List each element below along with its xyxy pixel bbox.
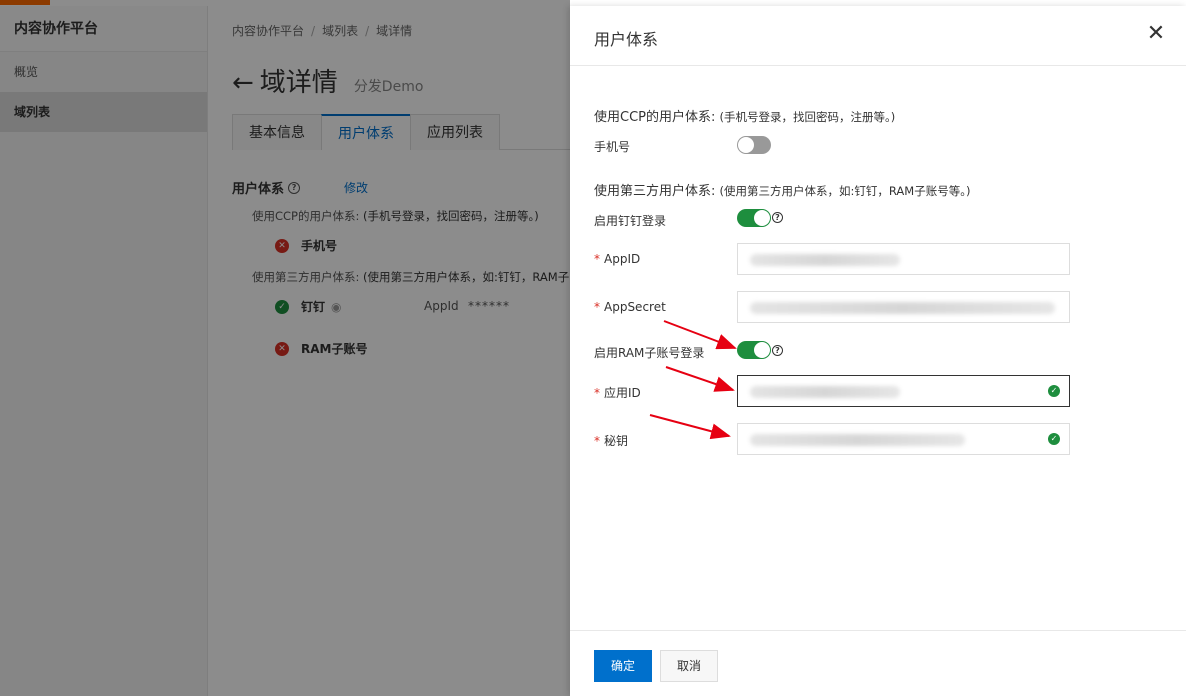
close-icon[interactable]: ✕ xyxy=(1144,22,1168,46)
valid-check-icon: ✓ xyxy=(1048,433,1060,445)
appsecret-input[interactable] xyxy=(737,291,1070,323)
ccp-group-note: (手机号登录，找回密码，注册等。) xyxy=(719,110,896,124)
valid-check-icon: ✓ xyxy=(1048,385,1060,397)
app-id-input[interactable]: ✓ xyxy=(737,375,1070,407)
ccp-group-title: 使用CCP的用户体系: (手机号登录，找回密码，注册等。) xyxy=(594,106,895,125)
drawer-header: 用户体系 ✕ xyxy=(570,6,1186,66)
help-icon[interactable]: ? xyxy=(772,345,783,356)
third-party-group-note: (使用第三方用户体系，如:钉钉，RAM子账号等。) xyxy=(719,184,971,198)
secret-label: * 秘钥 xyxy=(594,434,629,448)
help-icon[interactable]: ? xyxy=(772,212,783,223)
third-party-group-heading: 使用第三方用户体系: xyxy=(594,184,716,199)
app-id-label: * 应用ID xyxy=(594,386,641,400)
phone-toggle[interactable] xyxy=(737,136,771,154)
appsecret-label: * AppSecret xyxy=(594,300,666,314)
ram-toggle[interactable] xyxy=(737,341,771,359)
drawer-title: 用户体系 xyxy=(594,30,659,49)
modal-overlay[interactable] xyxy=(0,0,570,696)
appid-input[interactable] xyxy=(737,243,1070,275)
cancel-button[interactable]: 取消 xyxy=(660,650,718,682)
redacted-value xyxy=(750,254,900,266)
user-system-drawer: 用户体系 ✕ 使用CCP的用户体系: (手机号登录，找回密码，注册等。) 手机号… xyxy=(570,6,1186,696)
ram-toggle-label: 启用RAM子账号登录 xyxy=(594,346,705,360)
confirm-button[interactable]: 确定 xyxy=(594,650,652,682)
drawer-footer: 确定 取消 xyxy=(570,630,1186,696)
dingtalk-toggle[interactable] xyxy=(737,209,771,227)
secret-input[interactable]: ✓ xyxy=(737,423,1070,455)
third-party-group-title: 使用第三方用户体系: (使用第三方用户体系，如:钉钉，RAM子账号等。) xyxy=(594,180,970,199)
ccp-group-heading: 使用CCP的用户体系: xyxy=(594,110,716,125)
redacted-value xyxy=(750,302,1055,314)
redacted-value xyxy=(750,386,900,398)
redacted-value xyxy=(750,434,965,446)
appid-label: * AppID xyxy=(594,252,641,266)
dingtalk-toggle-label: 启用钉钉登录 xyxy=(594,214,667,228)
phone-toggle-label: 手机号 xyxy=(594,140,631,154)
